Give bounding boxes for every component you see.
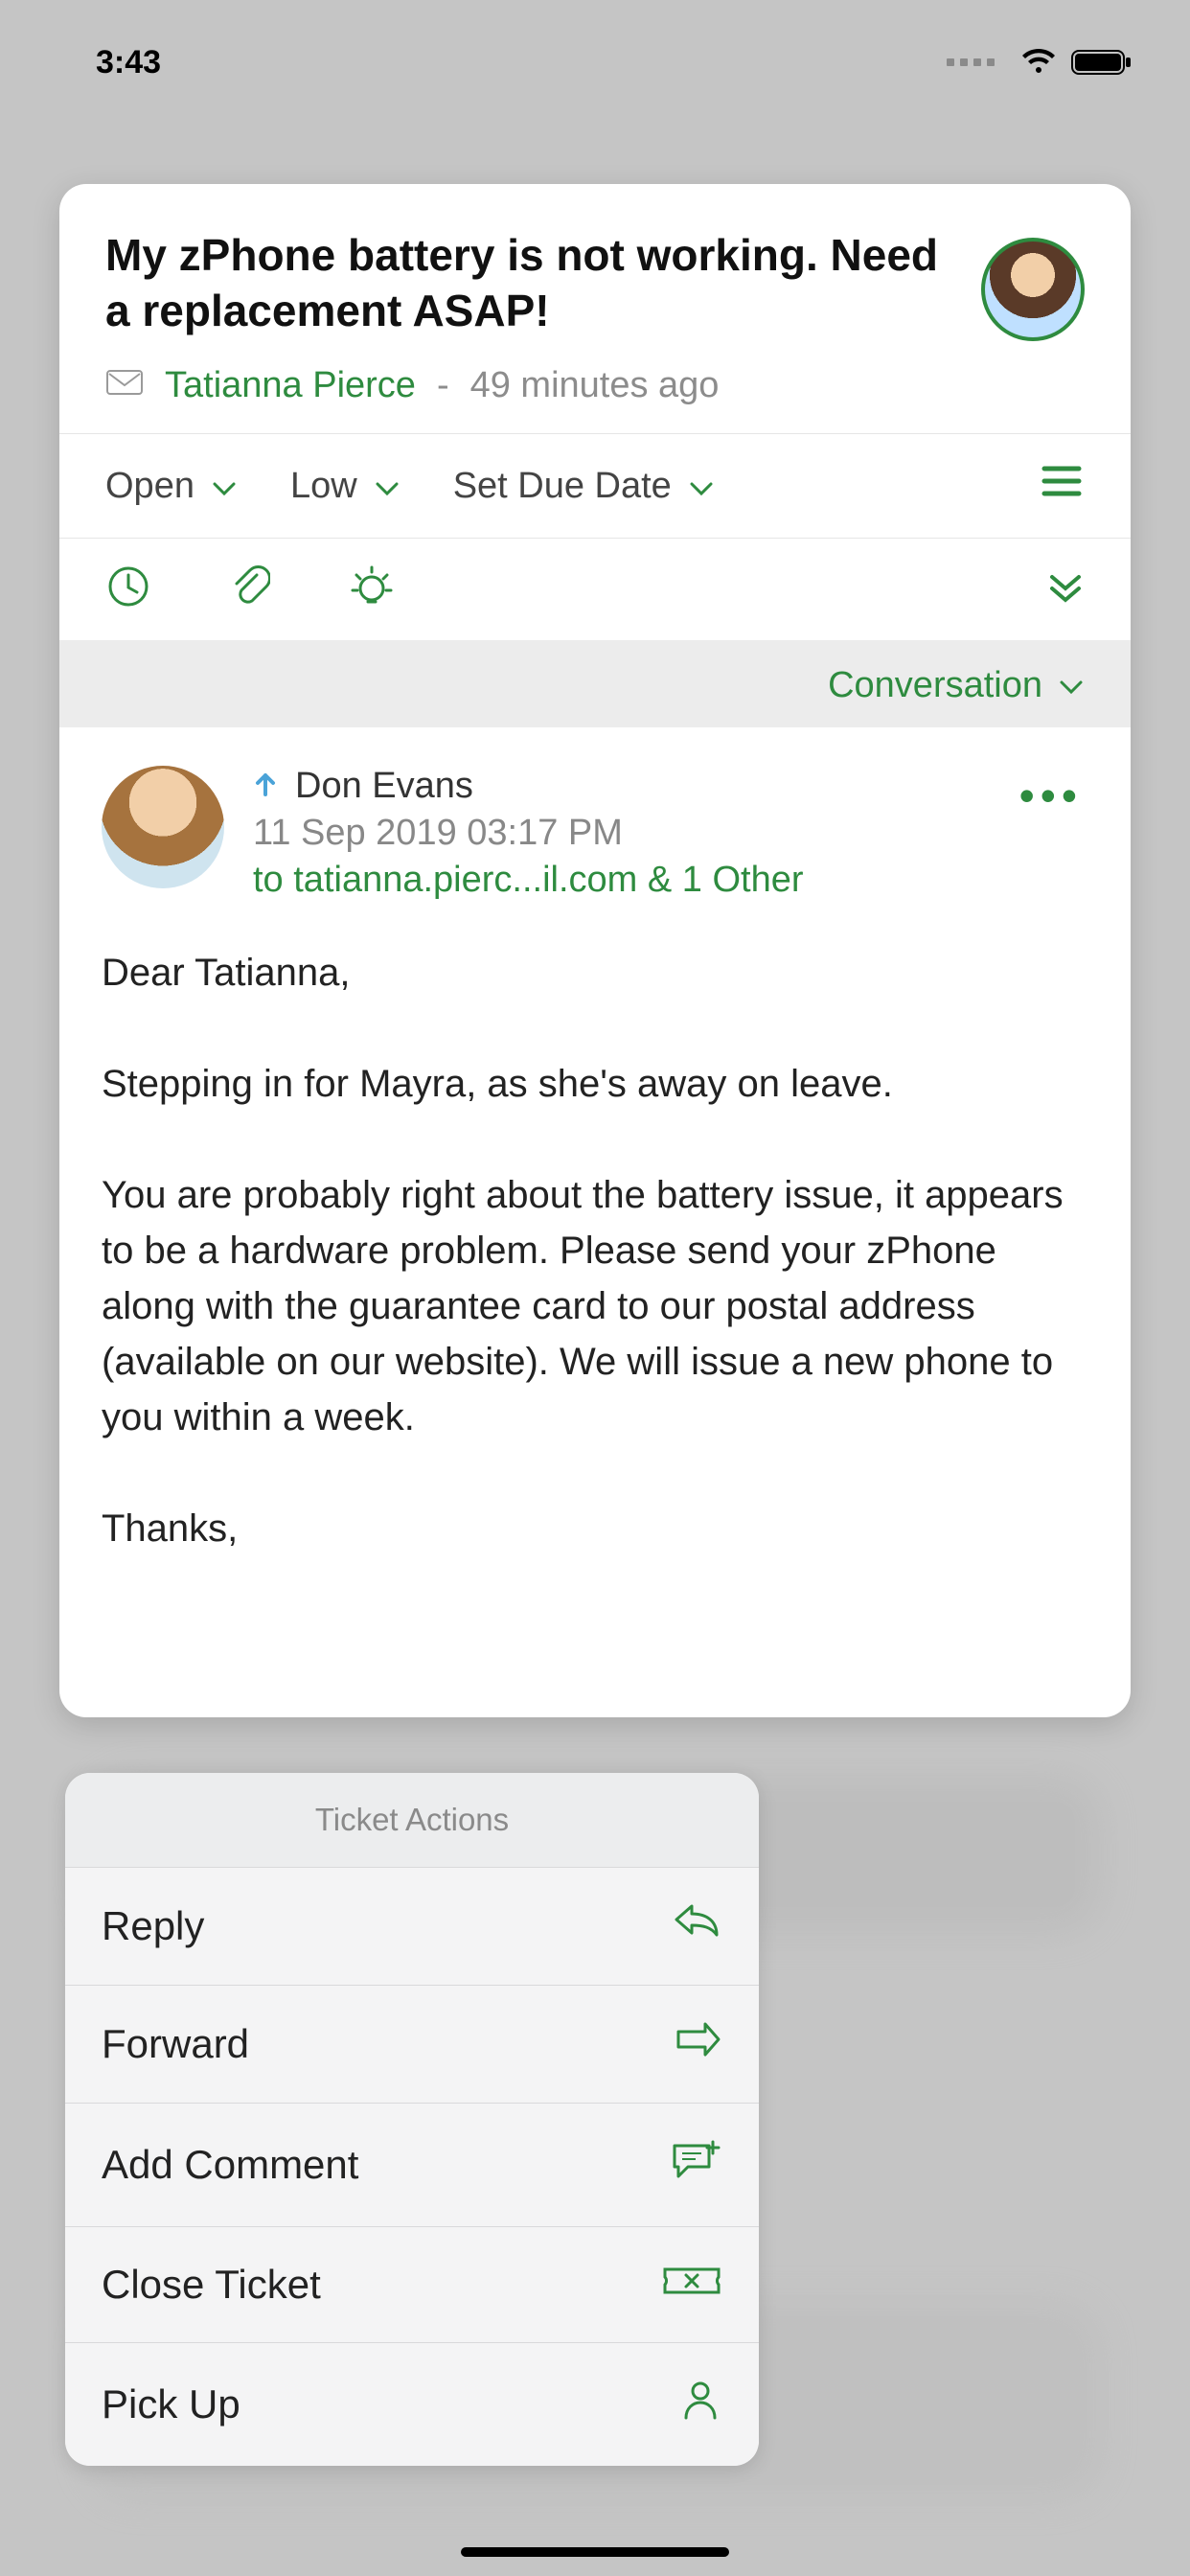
person-icon xyxy=(678,2378,722,2431)
action-label: Forward xyxy=(102,2021,249,2067)
expand-icon[interactable] xyxy=(1046,567,1085,606)
reply-icon xyxy=(673,1902,722,1950)
sheet-title: Ticket Actions xyxy=(65,1773,759,1867)
conversation-view-dropdown[interactable]: Conversation xyxy=(59,640,1131,727)
ticket-properties-row: Open Low Set Due Date xyxy=(59,434,1131,538)
message-header: Don Evans 11 Sep 2019 03:17 PM to tatian… xyxy=(102,766,1088,901)
ticket-close-icon xyxy=(661,2262,722,2308)
attachment-icon[interactable] xyxy=(228,564,270,610)
priority-value: Low xyxy=(290,466,357,507)
lightbulb-icon[interactable] xyxy=(347,562,397,611)
status-indicators xyxy=(947,48,1133,77)
message-recipients[interactable]: to tatianna.pierc...il.com & 1 Other xyxy=(253,860,804,901)
home-indicator[interactable] xyxy=(461,2547,729,2557)
chevron-down-icon xyxy=(212,466,237,507)
requester-avatar[interactable] xyxy=(981,238,1085,341)
ticket-title: My zPhone battery is not working. Need a… xyxy=(105,228,1085,338)
status-time: 3:43 xyxy=(96,44,161,81)
chevron-down-icon xyxy=(689,466,714,507)
ticket-tool-row xyxy=(59,539,1131,640)
action-label: Pick Up xyxy=(102,2381,240,2427)
status-dropdown[interactable]: Open xyxy=(105,466,237,507)
message-timestamp: 11 Sep 2019 03:17 PM xyxy=(253,813,804,854)
cell-signal-dots-icon xyxy=(947,58,995,66)
history-icon[interactable] xyxy=(105,564,151,610)
battery-icon xyxy=(1071,48,1133,77)
priority-dropdown[interactable]: Low xyxy=(290,466,400,507)
conversation-label: Conversation xyxy=(828,665,1042,706)
action-label: Reply xyxy=(102,1903,204,1949)
status-value: Open xyxy=(105,466,195,507)
action-pick-up[interactable]: Pick Up xyxy=(65,2342,759,2466)
action-add-comment[interactable]: Add Comment xyxy=(65,2103,759,2226)
action-label: Add Comment xyxy=(102,2142,358,2188)
ticket-header: My zPhone battery is not working. Need a… xyxy=(59,184,1131,433)
action-close-ticket[interactable]: Close Ticket xyxy=(65,2226,759,2342)
message-author: Don Evans xyxy=(295,766,473,807)
wifi-icon xyxy=(1019,48,1058,77)
message-body: Dear Tatianna, Stepping in for Mayra, as… xyxy=(102,945,1088,1556)
message-more-button[interactable]: ••• xyxy=(1019,770,1083,821)
ticket-card: My zPhone battery is not working. Need a… xyxy=(59,184,1131,1717)
due-date-dropdown[interactable]: Set Due Date xyxy=(453,466,714,507)
comment-icon xyxy=(669,2138,722,2192)
requester-name[interactable]: Tatianna Pierce xyxy=(165,365,416,406)
action-reply[interactable]: Reply xyxy=(65,1867,759,1985)
ticket-age: 49 minutes ago xyxy=(470,365,720,406)
chevron-down-icon xyxy=(375,466,400,507)
agent-avatar[interactable] xyxy=(102,766,224,888)
chevron-down-icon xyxy=(1058,665,1085,706)
action-forward[interactable]: Forward xyxy=(65,1985,759,2103)
reply-indicator-icon xyxy=(253,768,278,805)
ticket-actions-sheet: Ticket Actions Reply Forward Add Comment… xyxy=(65,1773,759,2466)
action-label: Close Ticket xyxy=(102,2262,321,2308)
message-card: Don Evans 11 Sep 2019 03:17 PM to tatian… xyxy=(59,727,1131,1595)
meta-separator: - xyxy=(437,365,449,406)
status-bar: 3:43 xyxy=(0,0,1190,125)
more-properties-button[interactable] xyxy=(1039,463,1085,509)
ticket-meta-row: Tatianna Pierce - 49 minutes ago xyxy=(105,365,1085,406)
forward-icon xyxy=(673,2020,722,2068)
mail-icon xyxy=(105,365,144,406)
due-date-value: Set Due Date xyxy=(453,466,672,507)
